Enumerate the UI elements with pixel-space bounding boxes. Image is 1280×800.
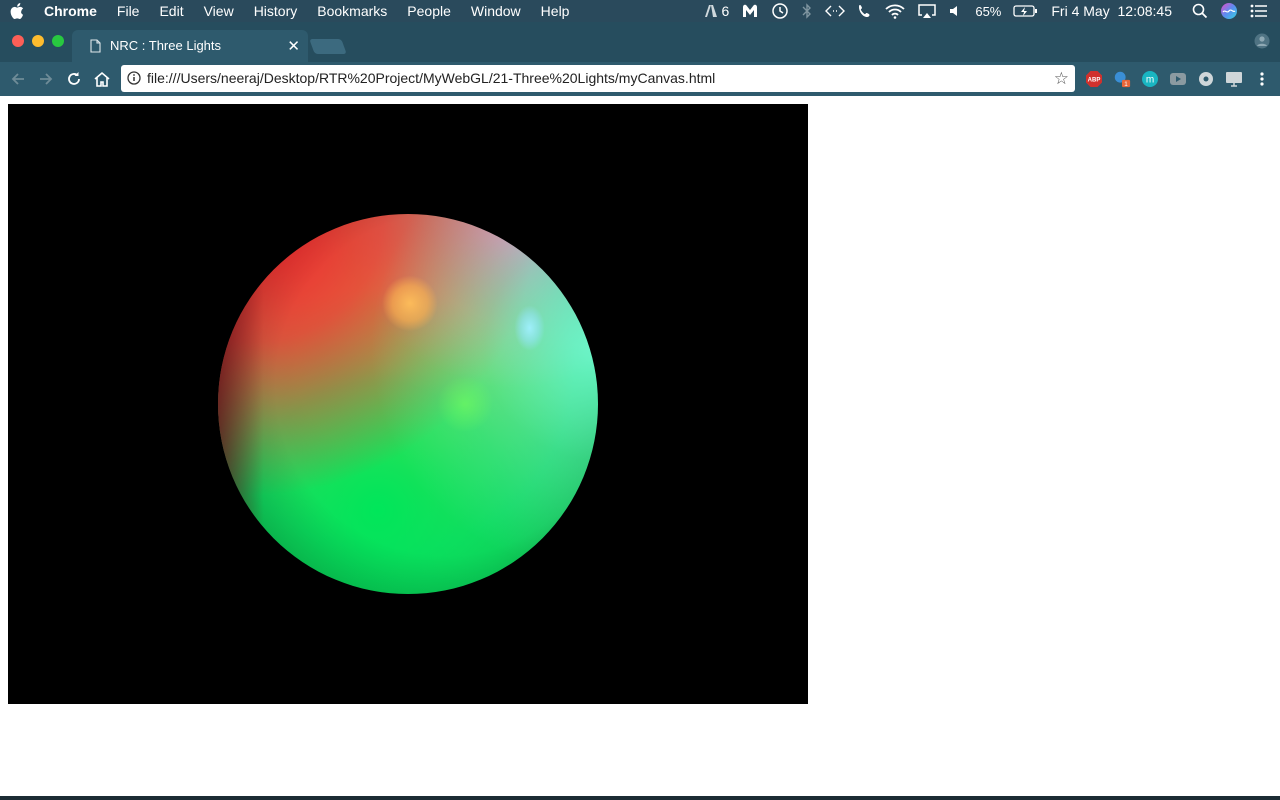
window-bottom-edge [0, 796, 1280, 800]
window-minimize-button[interactable] [32, 35, 44, 47]
url-text[interactable]: file:///Users/neeraj/Desktop/RTR%20Proje… [147, 70, 715, 86]
profile-icon[interactable] [1254, 33, 1270, 54]
adobe-count: 6 [721, 3, 730, 19]
script-icon[interactable] [819, 0, 851, 22]
menu-history[interactable]: History [244, 0, 308, 22]
bluetooth-icon[interactable] [795, 0, 819, 22]
svg-text:ABP: ABP [1088, 78, 1101, 84]
window-maximize-button[interactable] [52, 35, 64, 47]
phone-icon[interactable] [851, 0, 879, 22]
page-content [0, 96, 1280, 796]
menu-file[interactable]: File [107, 0, 150, 22]
tab-strip: NRC : Three Lights ✕ [0, 22, 1280, 62]
menu-clock[interactable]: Fri 4 May 12:08:45 [1045, 0, 1186, 22]
battery-icon[interactable] [1007, 0, 1045, 22]
screen-extension-icon[interactable] [1225, 70, 1243, 88]
home-button[interactable] [92, 69, 112, 89]
video-extension-icon[interactable] [1169, 70, 1187, 88]
menu-edit[interactable]: Edit [149, 0, 193, 22]
m-extension-icon[interactable]: m [1141, 70, 1159, 88]
bookmark-star-icon[interactable]: ☆ [1054, 69, 1069, 89]
back-button[interactable] [8, 69, 28, 89]
window-close-button[interactable] [12, 35, 24, 47]
lit-sphere [218, 214, 598, 594]
menu-help[interactable]: Help [531, 0, 580, 22]
adobe-icon[interactable]: 6 [698, 0, 736, 22]
extension-badge-icon[interactable]: 1 [1113, 70, 1131, 88]
page-icon [90, 39, 101, 56]
airplay-icon[interactable] [911, 0, 943, 22]
chrome-menu-icon[interactable] [1253, 70, 1271, 88]
tab-title: NRC : Three Lights [110, 38, 222, 53]
address-bar[interactable]: file:///Users/neeraj/Desktop/RTR%20Proje… [121, 65, 1075, 92]
volume-icon[interactable] [943, 0, 969, 22]
menu-window[interactable]: Window [461, 0, 531, 22]
tab-active[interactable]: NRC : Three Lights ✕ [72, 30, 308, 62]
new-tab-button[interactable] [309, 39, 347, 54]
reload-button[interactable] [64, 69, 84, 89]
notification-center-icon[interactable] [1244, 0, 1280, 22]
malwarebytes-icon[interactable] [735, 0, 765, 22]
forward-button[interactable] [36, 69, 56, 89]
adblock-icon[interactable]: ABP [1085, 70, 1103, 88]
spotlight-icon[interactable] [1186, 0, 1214, 22]
menu-view[interactable]: View [194, 0, 244, 22]
svg-text:m: m [1146, 75, 1154, 86]
menu-bookmarks[interactable]: Bookmarks [307, 0, 397, 22]
menu-app-name[interactable]: Chrome [34, 0, 107, 22]
webgl-canvas[interactable] [8, 104, 808, 704]
wifi-icon[interactable] [879, 0, 911, 22]
time-machine-icon[interactable] [765, 0, 795, 22]
macos-menu-bar: Chrome File Edit View History Bookmarks … [0, 0, 1280, 22]
apple-icon[interactable] [0, 3, 34, 19]
browser-toolbar: file:///Users/neeraj/Desktop/RTR%20Proje… [0, 62, 1280, 96]
settings-extension-icon[interactable] [1197, 70, 1215, 88]
tab-close-icon[interactable]: ✕ [287, 37, 300, 55]
info-icon[interactable] [127, 71, 141, 90]
menu-people[interactable]: People [397, 0, 461, 22]
battery-percent[interactable]: 65% [969, 0, 1007, 22]
siri-icon[interactable] [1214, 0, 1244, 22]
svg-text:1: 1 [1124, 81, 1128, 88]
